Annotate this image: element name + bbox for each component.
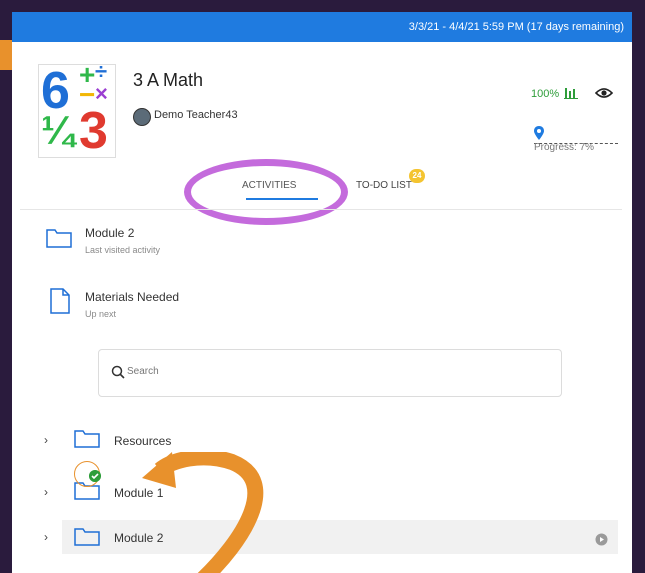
tree-row-label[interactable]: Resources — [114, 434, 171, 448]
course-logo: 6 + ÷ − × ¼ 3 — [38, 59, 116, 160]
tree-row-module-1[interactable]: › Module 1 — [40, 476, 618, 510]
teacher-avatar — [133, 108, 151, 126]
chevron-right-icon[interactable]: › — [44, 485, 48, 499]
date-range-text: 3/3/21 - 4/4/21 5:59 PM (17 days remaini… — [408, 21, 624, 33]
chevron-right-icon[interactable]: › — [44, 530, 48, 544]
tabs-divider — [20, 209, 622, 210]
completion-percent: 100% — [531, 88, 560, 100]
recent-item-subtitle: Up next — [85, 309, 117, 319]
location-pin-icon — [534, 126, 544, 140]
recent-item-subtitle: Last visited activity — [85, 245, 161, 255]
course-panel: 3/3/21 - 4/4/21 5:59 PM (17 days remaini… — [12, 12, 632, 573]
tree-row-resources[interactable]: › Resources — [40, 424, 618, 458]
search-icon — [111, 365, 125, 379]
folder-icon[interactable] — [46, 226, 72, 248]
todo-count-badge: 24 — [409, 169, 425, 183]
recent-item-title[interactable]: Module 2 — [85, 226, 134, 240]
teacher-name[interactable]: Demo Teacher43 — [154, 109, 238, 121]
logo-three: 3 — [79, 102, 108, 160]
highlight-ellipse — [184, 159, 348, 225]
tab-todo-list[interactable]: TO-DO LIST — [356, 180, 412, 191]
progress-label: Progress: 7% — [534, 142, 595, 153]
play-icon[interactable] — [595, 533, 608, 546]
document-icon[interactable] — [50, 288, 70, 314]
chevron-right-icon[interactable]: › — [44, 433, 48, 447]
side-accent — [0, 40, 12, 70]
recent-item-title[interactable]: Materials Needed — [85, 290, 179, 304]
search-input[interactable] — [125, 365, 529, 378]
bar-chart-icon[interactable] — [564, 86, 578, 99]
logo-quarter: ¼ — [41, 109, 75, 153]
course-title: 3 A Math — [133, 70, 204, 90]
folder-icon — [74, 430, 100, 448]
checkmark-icon — [89, 470, 101, 482]
annotation-arrow-icon — [142, 452, 264, 573]
folder-icon — [74, 528, 100, 546]
date-range-bar: 3/3/21 - 4/4/21 5:59 PM (17 days remaini… — [12, 12, 632, 42]
eye-icon[interactable] — [595, 87, 613, 99]
search-box[interactable] — [98, 349, 562, 397]
